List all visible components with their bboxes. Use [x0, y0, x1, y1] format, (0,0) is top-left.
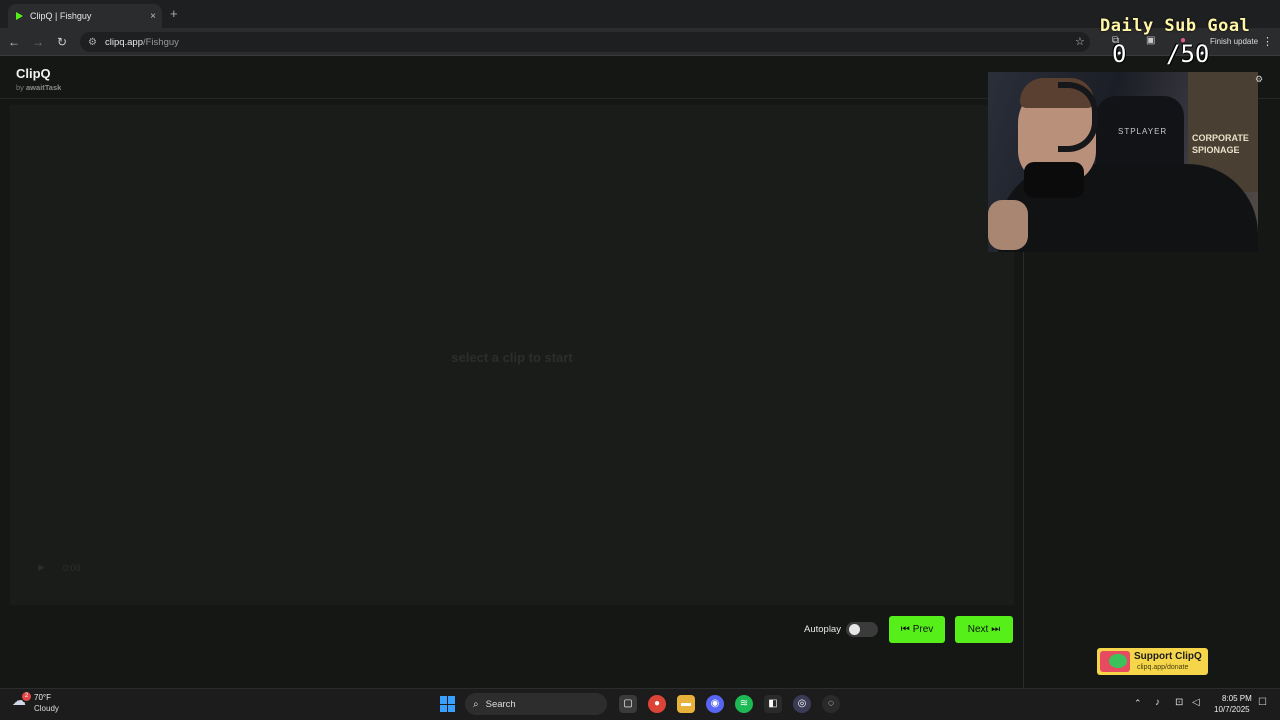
volume-icon[interactable]: ◁ — [1192, 697, 1200, 708]
support-gift-icon — [1109, 654, 1127, 668]
clock-date[interactable]: 10/7/2025 — [1214, 705, 1250, 714]
next-button-label: Next — [967, 624, 989, 635]
app-icon[interactable]: ◧ — [764, 695, 782, 713]
split-screen-icon[interactable]: ▣ — [1146, 35, 1155, 46]
url-domain: clipq.app — [104, 36, 143, 48]
weather-badge: 2 — [22, 692, 31, 701]
support-url: clipq.app/donate — [1137, 664, 1189, 671]
browser-tab[interactable]: ClipQ | Fishguy × — [8, 4, 162, 28]
support-clipq-button[interactable]: Support ClipQ clipq.app/donate — [1097, 648, 1208, 675]
tab-close-icon[interactable]: × — [150, 11, 156, 22]
file-explorer-icon[interactable]: ▬ — [677, 695, 695, 713]
back-arrow-icon[interactable]: ← — [6, 34, 22, 50]
chrome-icon[interactable]: ● — [648, 695, 666, 713]
weather-description[interactable]: Cloudy — [34, 704, 59, 713]
app-icon-2[interactable]: ◌ — [822, 695, 840, 713]
new-tab-icon[interactable]: + — [170, 6, 178, 21]
queue-panel-divider — [1023, 252, 1024, 688]
byline-author: awaitTask — [26, 83, 62, 92]
chair-text: STPLAYER — [1118, 127, 1168, 136]
notification-bell-icon[interactable]: ☐ — [1258, 697, 1267, 708]
taskbar-search[interactable]: ⌕ Search — [465, 693, 607, 715]
obs-icon[interactable]: ◎ — [793, 695, 811, 713]
tab-title: ClipQ | Fishguy — [30, 11, 92, 21]
player-time: 0:00 — [63, 563, 81, 573]
subgoal-title: Daily Sub Goal — [1100, 16, 1251, 36]
subgoal-target: /50 — [1166, 40, 1210, 68]
settings-gear-icon[interactable]: ⚙ — [1255, 74, 1263, 85]
browser-tab-bar — [0, 0, 1280, 28]
address-bar[interactable]: ⚙ clipq.app /Fishguy — [80, 32, 1090, 52]
network-icon[interactable]: ⊡ — [1175, 697, 1183, 708]
discord-icon[interactable]: ◉ — [706, 695, 724, 713]
tray-chevron-up-icon[interactable]: ⌃ — [1134, 698, 1142, 709]
autoplay-toggle[interactable] — [846, 622, 878, 637]
url-path: /Fishguy — [143, 36, 179, 48]
toggle-knob — [849, 624, 860, 635]
search-icon: ⌕ — [473, 698, 479, 710]
skip-next-icon: ⏭ — [991, 624, 1001, 635]
weather-temperature[interactable]: 70°F — [34, 693, 51, 702]
prev-button-label: Prev — [912, 624, 934, 635]
site-settings-icon[interactable]: ⚙ — [88, 37, 97, 48]
subgoal-current: 0 — [1112, 40, 1127, 68]
microphone-icon[interactable]: ♪ — [1155, 697, 1160, 708]
support-title: Support ClipQ — [1134, 651, 1202, 662]
microphone — [1024, 162, 1084, 198]
app-title: ClipQ — [16, 66, 51, 81]
app-byline: by awaitTask — [16, 83, 61, 92]
next-button[interactable]: Next ⏭ — [955, 616, 1013, 643]
prev-button[interactable]: ⏮ Prev — [889, 616, 945, 643]
clock-time[interactable]: 8:05 PM — [1222, 694, 1252, 703]
task-view-icon[interactable]: ▢ — [619, 695, 637, 713]
player-play-icon[interactable]: ▶ — [38, 562, 45, 573]
webcam-overlay: CORPORATE SPIONAGE STPLAYER — [988, 72, 1258, 252]
poster-text: CORPORATE SPIONAGE — [1192, 133, 1249, 155]
bookmark-star-icon[interactable]: ☆ — [1075, 35, 1085, 48]
finish-update-button[interactable]: Finish update — [1210, 37, 1258, 46]
taskbar — [0, 688, 1280, 720]
reload-icon[interactable]: ↻ — [54, 34, 70, 50]
clipq-favicon-icon — [16, 12, 23, 20]
skip-previous-icon: ⏮ — [900, 624, 910, 635]
forward-arrow-icon[interactable]: → — [30, 34, 46, 50]
player-empty-message: select a clip to start — [451, 350, 573, 365]
windows-start-icon[interactable] — [440, 696, 456, 712]
streamer-hand — [988, 200, 1028, 250]
browser-menu-icon[interactable]: ⋮ — [1262, 35, 1273, 48]
search-label: Search — [485, 698, 516, 710]
spotify-icon[interactable]: ≋ — [735, 695, 753, 713]
byline-prefix: by — [16, 83, 24, 92]
autoplay-label: Autoplay — [804, 624, 841, 635]
